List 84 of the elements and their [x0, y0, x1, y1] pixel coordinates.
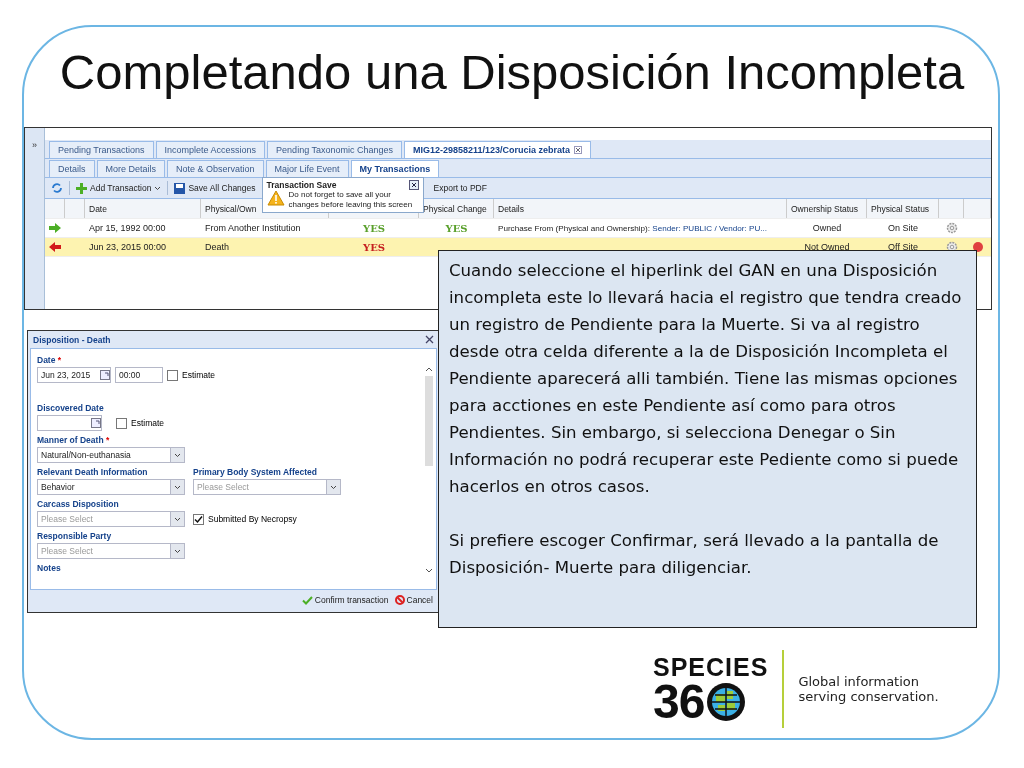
date-field[interactable]: Jun 23, 2015: [37, 367, 111, 383]
close-icon[interactable]: [408, 180, 419, 190]
tooltip-title: Transaction Save: [266, 180, 337, 190]
field-label: Notes: [37, 563, 62, 573]
column-header: Ownership Status: [791, 203, 859, 214]
delete-icon[interactable]: [972, 242, 983, 252]
chevron-down-icon[interactable]: [425, 568, 433, 573]
select-field[interactable]: Natural/Non-euthanasia: [37, 447, 185, 463]
chevron-down-icon: [174, 452, 181, 458]
column-header: Physical/Own: [205, 203, 257, 214]
field-label: Carcass Disposition: [37, 499, 120, 509]
table-cell: Death: [205, 242, 230, 252]
chevron-down-icon: [174, 484, 181, 490]
tab[interactable]: MIG12-29858211/123/Corucia zebrata: [404, 141, 592, 158]
field-label: Date *: [37, 355, 63, 365]
logo-tagline: Global information: [798, 674, 920, 689]
field-label: Relevant Death Information: [37, 467, 149, 477]
checkbox[interactable]: [193, 513, 204, 525]
table-row[interactable]: Apr 15, 1992 00:00 From Another Institution YES YES Purchase From (Physical and Ownership): Sender: PUBLIC / Vendor: PU... Owned On Site: [45, 219, 991, 238]
cancel-button[interactable]: Cancel: [394, 595, 433, 605]
close-icon[interactable]: [425, 335, 434, 344]
confirm-button[interactable]: Confirm transaction: [301, 595, 389, 605]
table-cell: YES: [445, 222, 468, 234]
logo-number: 36: [653, 680, 705, 724]
calendar-icon[interactable]: [100, 370, 110, 380]
select-field[interactable]: Behavior: [37, 479, 185, 495]
chevron-down-icon: [154, 185, 162, 191]
table-cell: Apr 15, 1992 00:00: [89, 223, 166, 233]
checkbox[interactable]: [167, 369, 178, 381]
tab[interactable]: Details: [49, 160, 95, 177]
table-cell: From Another Institution: [205, 223, 301, 233]
tab[interactable]: Major Life Event: [265, 160, 349, 177]
warning-icon: [266, 190, 285, 206]
logo-wordmark: SPECIES: [653, 654, 769, 680]
export-button[interactable]: Export to PDF: [433, 183, 487, 193]
field-label: Discovered Date: [37, 403, 105, 413]
tab[interactable]: Pending Transactions: [49, 141, 154, 158]
column-header: Physical Status: [871, 203, 930, 214]
calendar-icon[interactable]: [91, 418, 101, 428]
tab[interactable]: Incomplete Accessions: [155, 141, 266, 158]
scrollbar-thumb[interactable]: [425, 376, 433, 466]
dialog-title: Disposition - Death: [33, 335, 111, 346]
column-header: Physical Change: [423, 203, 487, 214]
table-cell: Owned: [812, 223, 842, 233]
column-header: Details: [498, 203, 524, 214]
expand-button[interactable]: »: [32, 140, 37, 152]
refresh-icon[interactable]: [51, 182, 63, 194]
save-button[interactable]: Save All Changes: [174, 182, 256, 194]
date-field[interactable]: [37, 415, 102, 431]
field-label: Responsible Party: [37, 531, 113, 541]
checkbox-label: Submitted By Necropsy: [208, 514, 297, 524]
tab[interactable]: Pending Taxonomic Changes: [267, 141, 403, 158]
callout-paragraph: Si prefiere escoger Confirmar, será llevado a la pantalla de Disposición- Muerte para diligenciar.: [449, 530, 940, 579]
details-link[interactable]: Sender: PUBLIC / Vendor: PU...: [652, 223, 768, 233]
column-header: Date: [89, 203, 107, 214]
chevron-down-icon: [174, 516, 181, 522]
table-cell: Not Owned: [804, 242, 850, 252]
tab[interactable]: My Transactions: [350, 160, 440, 177]
chevron-up-icon[interactable]: [425, 367, 433, 372]
chevron-down-icon: [330, 484, 337, 490]
field-label: Manner of Death *: [37, 435, 111, 445]
table-cell: Jun 23, 2015 00:00: [89, 242, 167, 252]
plus-icon: [76, 182, 87, 194]
field-label: Primary Body System Affected: [193, 467, 318, 477]
checkbox[interactable]: [116, 417, 127, 429]
tab[interactable]: More Details: [96, 160, 166, 177]
slide-title: Completando una Disposición Incompleta: [58, 44, 966, 100]
callout-paragraph: Cuando seleccione el hiperlink del GAN en una Disposición incompleta este lo llevará hacia el registro que tendra creado un registro de Pendiente para la Muerte. Si va al registro desde otra celda diferente a la de Disposición Incompleta el Pendiente aparecerá alli también. Tiene las mismas opciones para acctiones en este Pendiente así como para otros Pendientes. Sin embargo, si selecciona Denegar o Sin Información no podrá recuperar este Pediente como si puede hacerlos en otros casos.: [449, 260, 963, 498]
table-cell: On Site: [888, 223, 918, 233]
add-transaction-button[interactable]: Add Transaction: [76, 182, 162, 194]
checkbox-label: Estimate: [131, 418, 165, 428]
table-cell: Off Site: [888, 242, 918, 252]
logo-tagline: serving conservation.: [798, 689, 939, 704]
checkbox-label: Estimate: [182, 370, 216, 380]
table-cell: YES: [363, 241, 385, 253]
time-field[interactable]: 00:00: [115, 367, 163, 383]
chevron-down-icon: [174, 548, 181, 554]
tab[interactable]: Note & Observation: [167, 160, 264, 177]
check-icon: [301, 595, 313, 605]
table-cell: Purchase From (Physical and Ownership): Sender: PUBLIC / Vendor: PU...: [498, 223, 768, 233]
no-entry-icon: [394, 595, 405, 605]
tooltip-message: Do not forget to save all your changes before leaving this screen: [288, 190, 414, 210]
globe-icon: [706, 682, 747, 722]
table-cell: YES: [363, 222, 385, 234]
